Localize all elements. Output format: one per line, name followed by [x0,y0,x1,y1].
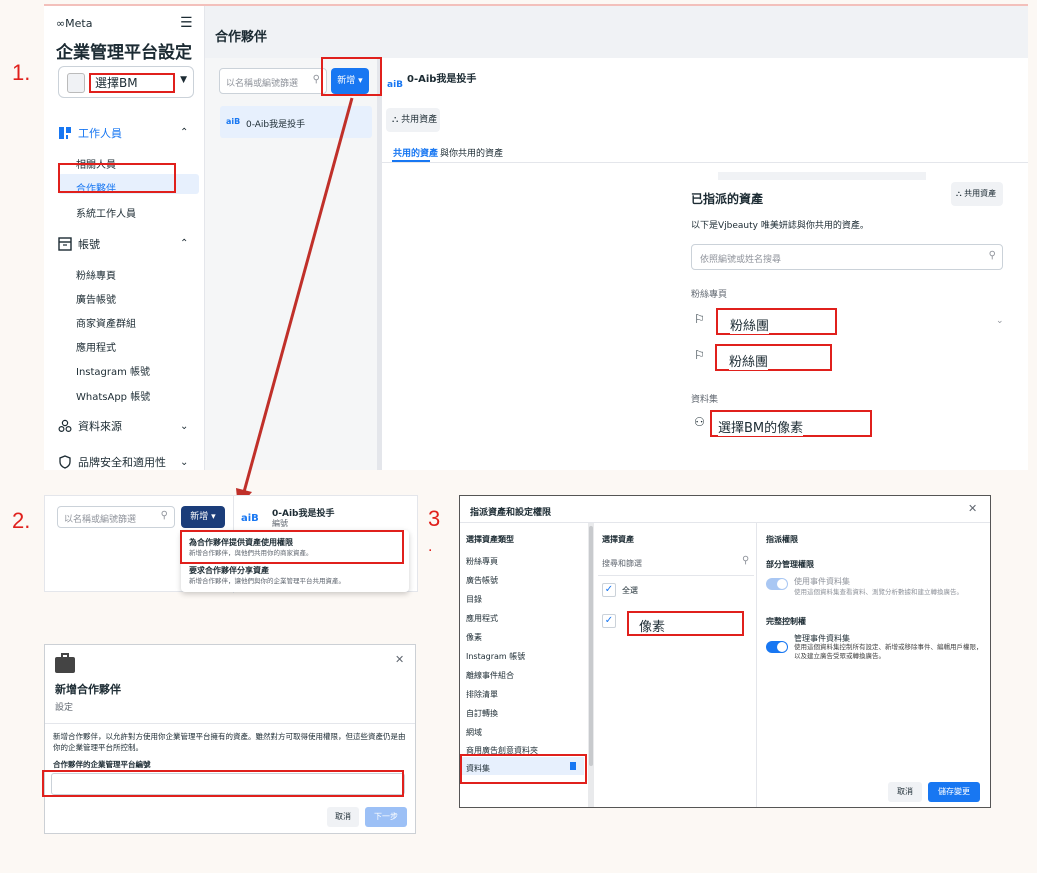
select-all-checkbox[interactable]: ✓ [602,583,616,597]
pixel-item: 像素 [639,620,666,635]
type-fan-pages[interactable]: 粉絲專頁 [466,556,498,567]
type-instagram[interactable]: Instagram 帳號 [466,651,525,662]
type-catalog[interactable]: 目錄 [466,594,482,605]
col-asset-type-head: 選擇資產類型 [466,535,514,544]
type-pixel[interactable]: 像素 [466,632,482,643]
new-button[interactable]: 新增 ▾ [181,506,225,528]
search-placeholder: 以名稱或編號篩選 [64,515,137,525]
dialog-title: 指派資產和設定權限 [470,508,552,518]
close-icon[interactable]: ✕ [395,653,404,666]
search-icon: ⚲ [160,510,168,521]
cancel-button[interactable]: 取消 [327,807,359,827]
next-button[interactable]: 下一步 [365,807,407,827]
type-ad-accounts[interactable]: 廣告帳號 [466,575,498,586]
full-control-desc: 使用這個資料集控制所有設定、新增或移除事件、編輯用戶權限，以及建立廣告受眾或轉換… [794,643,983,660]
dialog-subtitle: 設定 [55,703,74,713]
search-icon: ⚲ [742,555,750,566]
dialog-body: 新增合作夥伴，以允許對方使用你企業管理平台擁有的資產。雖然對方可取得使用權限，但… [53,732,406,752]
partial-access-head: 部分管理權限 [766,560,814,569]
partner-logo: aiB [241,513,259,524]
col-permissions-head: 指派權限 [766,535,798,544]
type-custom-conversions[interactable]: 自訂轉換 [466,708,498,719]
partner-id-label: 編號 [272,519,288,528]
cancel-button[interactable]: 取消 [888,782,922,802]
briefcase-icon [55,657,75,673]
partial-access-toggle[interactable] [766,578,788,590]
search-underline [598,575,754,576]
col-select-assets-head: 選擇資產 [602,535,634,544]
save-changes-button[interactable]: 儲存變更 [928,782,980,802]
asset-search-placeholder[interactable]: 搜尋和篩選 [602,558,642,569]
partner-id-highlight [42,770,404,797]
pixel-checkbox[interactable]: ✓ [602,614,616,628]
full-control-head: 完整控制權 [766,617,806,626]
partner-search-input[interactable]: 以名稱或編號篩選 ⚲ [57,506,175,528]
type-exclusion-list[interactable]: 排除清單 [466,689,498,700]
datasets-highlight [460,754,587,784]
pixel-highlight[interactable]: 像素 [627,611,744,636]
partial-access-desc: 使用這個資料集查看資料、測覽分析數據和建立轉換廣告。 [794,588,963,596]
partner-id-label: 合作夥伴的企業管理平台編號 [53,760,151,769]
divider [756,523,757,807]
close-icon[interactable]: ✕ [968,502,977,515]
dialog-title: 新增合作夥伴 [55,683,121,696]
add-partner-dialog: ✕ 新增合作夥伴 設定 新增合作夥伴，以允許對方使用你企業管理平台擁有的資產。雖… [44,644,416,834]
type-apps[interactable]: 應用程式 [466,613,498,624]
menu-item-request-assets-desc: 新增合作夥伴，讓他們與你的企業管理平台共用資產。 [189,577,345,585]
divider [45,723,415,724]
full-control-toggle[interactable] [766,641,788,653]
divider [460,522,990,523]
type-offline-events[interactable]: 離線事件組合 [466,670,514,681]
scrollbar-thumb[interactable] [589,526,593,766]
type-domains[interactable]: 網域 [466,727,482,738]
select-all-label: 全選 [622,586,638,595]
grant-access-highlight [180,530,404,564]
